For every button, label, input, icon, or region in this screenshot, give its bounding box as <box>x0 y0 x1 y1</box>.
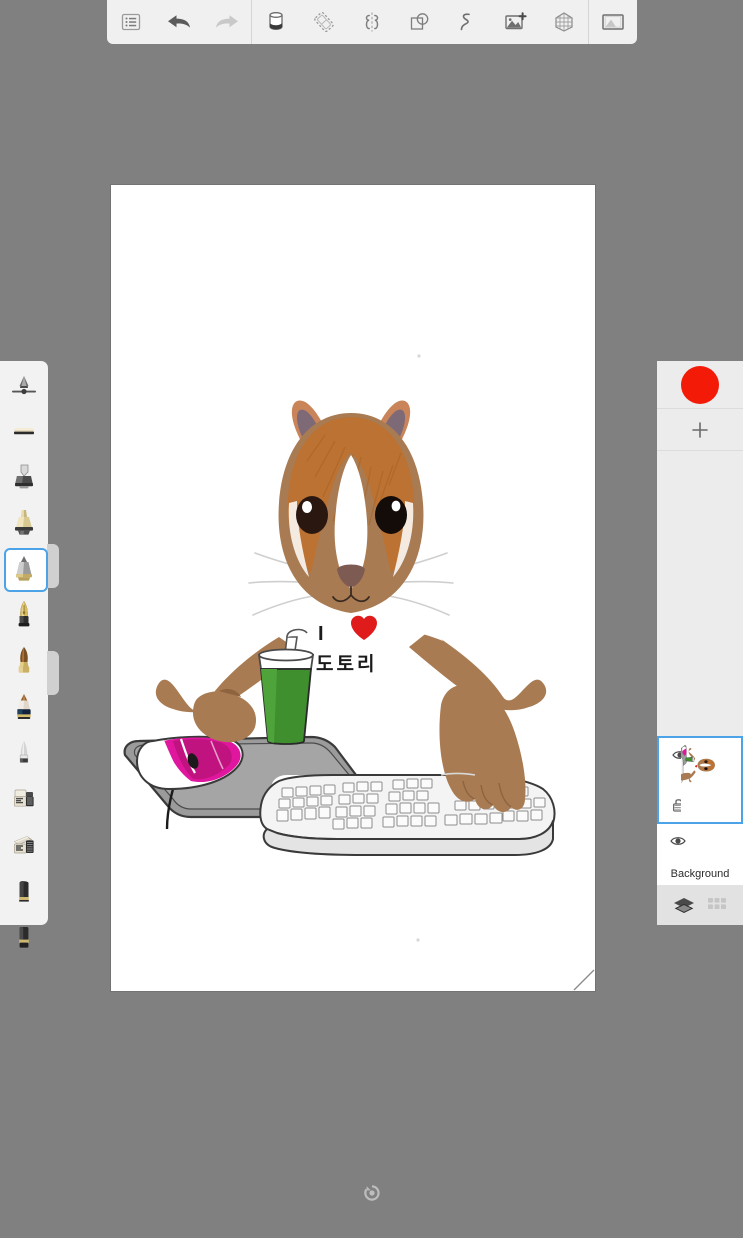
layer-panel-footer <box>657 885 743 925</box>
tool-fountain-pen[interactable] <box>0 591 48 637</box>
canvas-frame-icon[interactable] <box>589 0 637 44</box>
tool-brush-pen[interactable] <box>0 499 48 545</box>
canvas-resize-handle[interactable] <box>573 969 595 991</box>
shirt-text-line2: 도토리 <box>316 653 377 675</box>
layer-item-background[interactable]: Background <box>657 824 743 886</box>
layer-thumbnail <box>681 744 735 816</box>
add-image-icon[interactable] <box>492 0 540 44</box>
add-layer-button[interactable] <box>657 409 743 451</box>
current-color-swatch[interactable] <box>681 365 719 404</box>
tool-eraser[interactable] <box>0 729 48 775</box>
fill-bucket-icon[interactable] <box>252 0 300 44</box>
grid-view-icon[interactable] <box>706 895 728 915</box>
layers-view-icon[interactable] <box>672 895 696 915</box>
tool-flat-marker[interactable] <box>0 407 48 453</box>
menu-list-icon[interactable] <box>107 0 155 44</box>
curve-icon[interactable] <box>444 0 492 44</box>
color-swatch-row <box>657 361 743 409</box>
selection-eraser-icon[interactable] <box>300 0 348 44</box>
symmetry-icon[interactable] <box>348 0 396 44</box>
tool-palette <box>0 361 59 948</box>
shirt-text-line1: I <box>318 623 324 645</box>
tool-ink-stamp[interactable] <box>0 913 48 959</box>
plus-icon <box>692 421 708 438</box>
canvas-area[interactable]: I 도토리 <box>111 185 595 991</box>
layer-item-artwork[interactable] <box>657 736 743 824</box>
undo-icon[interactable] <box>155 0 203 44</box>
perspective-grid-icon[interactable] <box>540 0 588 44</box>
rotate-reset-icon[interactable] <box>363 1184 381 1202</box>
layer-panel: Background <box>657 361 743 925</box>
palette-drawer-tab-2[interactable] <box>47 651 59 695</box>
tool-pencil[interactable] <box>0 545 48 592</box>
tool-charcoal[interactable] <box>0 867 48 913</box>
tool-crayon[interactable] <box>0 821 48 867</box>
canvas-artwork[interactable]: I 도토리 <box>111 185 595 991</box>
tool-color-pencil[interactable] <box>0 683 48 729</box>
tool-watercolor[interactable] <box>0 637 48 683</box>
palette-drawer-tab-1[interactable] <box>47 544 59 588</box>
shape-boolean-icon[interactable] <box>396 0 444 44</box>
redo-icon[interactable] <box>203 0 251 44</box>
layer-label-background: Background <box>670 868 730 880</box>
tool-pastel[interactable] <box>0 775 48 821</box>
eye-visibility-icon[interactable] <box>670 835 686 847</box>
layer-list: Background <box>657 736 743 886</box>
top-toolbar <box>107 0 637 44</box>
tool-airbrush[interactable] <box>0 361 48 407</box>
tool-marker[interactable] <box>0 453 48 499</box>
